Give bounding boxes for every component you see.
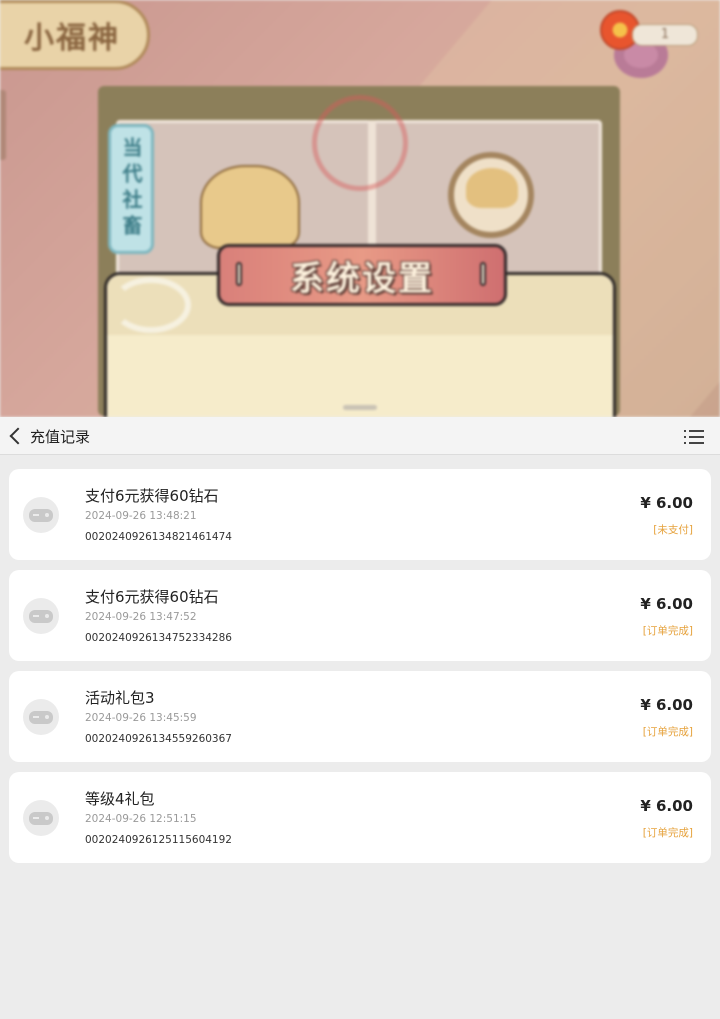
- record-status: [未支付]: [653, 524, 693, 536]
- gamepad-icon: [23, 598, 59, 634]
- nav-bar: 充值记录: [0, 417, 720, 455]
- record-time: 2024-09-26 13:48:21: [85, 510, 197, 522]
- cloud-decoration: [111, 277, 191, 333]
- record-order-number: 0020240926134752334286: [85, 632, 232, 644]
- list-item[interactable]: 支付6元获得60钻石 2024-09-26 13:48:21 002024092…: [9, 469, 711, 560]
- game-title-badge: 小福神: [0, 0, 150, 70]
- pin-icon: [480, 262, 486, 286]
- record-title: 活动礼包3: [85, 689, 155, 707]
- page-title: 充值记录: [30, 427, 91, 446]
- record-title: 支付6元获得60钻石: [85, 487, 219, 505]
- record-title: 支付6元获得60钻石: [85, 588, 219, 606]
- record-price: ¥ 6.00: [640, 494, 693, 512]
- back-button[interactable]: 充值记录: [6, 417, 90, 455]
- recharge-records-sheet: 充值记录 支付6元获得60钻石 2024-09-26 13:48:21 0020…: [0, 417, 720, 1019]
- record-order-number: 0020240926134559260367: [85, 733, 232, 745]
- gamepad-icon: [23, 497, 59, 533]
- stamp-mark: [312, 95, 408, 191]
- records-list: 支付6元获得60钻石 2024-09-26 13:48:21 002024092…: [9, 469, 711, 873]
- record-time: 2024-09-26 12:51:15: [85, 813, 197, 825]
- gamepad-icon: [23, 699, 59, 735]
- chevron-left-icon: [9, 427, 27, 445]
- list-item[interactable]: 活动礼包3 2024-09-26 13:45:59 00202409261345…: [9, 671, 711, 762]
- list-icon[interactable]: [684, 429, 704, 445]
- record-time: 2024-09-26 13:45:59: [85, 712, 197, 724]
- sheet-drag-handle[interactable]: [343, 405, 377, 410]
- list-item[interactable]: 等级4礼包 2024-09-26 12:51:15 00202409261251…: [9, 772, 711, 863]
- record-status: [订单完成]: [642, 827, 693, 839]
- side-tab[interactable]: [0, 90, 6, 160]
- record-price: ¥ 6.00: [640, 797, 693, 815]
- character-portrait: [200, 165, 300, 249]
- character-avatar: [448, 152, 534, 238]
- record-status: [订单完成]: [642, 726, 693, 738]
- pin-icon: [236, 262, 242, 286]
- record-status: [订单完成]: [642, 625, 693, 637]
- record-order-number: 0020240926125115604192: [85, 834, 232, 846]
- record-order-number: 0020240926134821461474: [85, 531, 232, 543]
- dialog-title: 系统设置: [217, 244, 507, 306]
- currency-counter: 1: [632, 24, 698, 46]
- record-time: 2024-09-26 13:47:52: [85, 611, 197, 623]
- game-background: 当代社畜 小福神 1 系统设置: [0, 0, 720, 417]
- record-price: ¥ 6.00: [640, 595, 693, 613]
- record-title: 等级4礼包: [85, 790, 155, 808]
- ribbon-label: 当代社畜: [108, 124, 154, 254]
- gamepad-icon: [23, 800, 59, 836]
- record-price: ¥ 6.00: [640, 696, 693, 714]
- list-item[interactable]: 支付6元获得60钻石 2024-09-26 13:47:52 002024092…: [9, 570, 711, 661]
